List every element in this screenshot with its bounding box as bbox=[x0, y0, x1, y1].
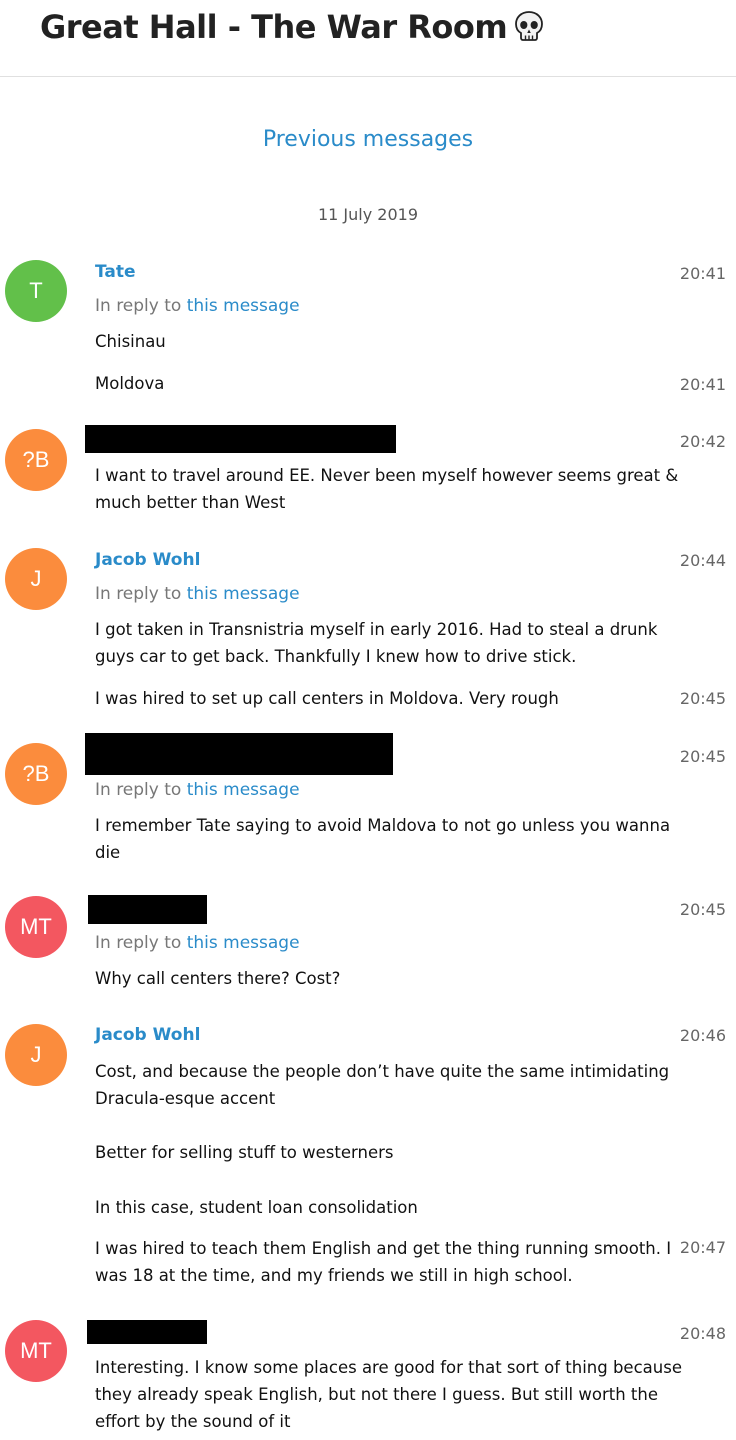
redacted-sender-name bbox=[87, 1320, 207, 1344]
reply-to: In reply to this message bbox=[95, 584, 300, 604]
reply-link[interactable]: this message bbox=[187, 933, 300, 953]
previous-messages-link[interactable]: Previous messages bbox=[0, 127, 736, 152]
message-time: 20:48 bbox=[679, 1324, 726, 1343]
reply-prefix: In reply to bbox=[95, 933, 182, 953]
reply-prefix: In reply to bbox=[95, 780, 182, 800]
redacted-sender-name bbox=[85, 425, 396, 453]
reply-link[interactable]: this message bbox=[187, 584, 300, 604]
message-time: 20:47 bbox=[679, 1238, 726, 1257]
avatar[interactable]: MT bbox=[5, 896, 67, 958]
chat-title-text: Great Hall - The War Room bbox=[40, 8, 508, 46]
message-text: Moldova bbox=[95, 374, 165, 393]
avatar[interactable]: ?B bbox=[5, 743, 67, 805]
message-text: Better for selling stuff to westerners bbox=[95, 1143, 394, 1162]
message-text: In this case, student loan consolidation bbox=[95, 1198, 418, 1217]
sender-name[interactable]: Jacob Wohl bbox=[95, 550, 200, 570]
reply-link[interactable]: this message bbox=[187, 780, 300, 800]
reply-prefix: In reply to bbox=[95, 296, 182, 316]
avatar[interactable]: MT bbox=[5, 1320, 67, 1382]
message-text: Cost, and because the people don’t have … bbox=[95, 1062, 670, 1108]
reply-to: In reply to this message bbox=[95, 780, 300, 800]
sender-name[interactable]: Jacob Wohl bbox=[95, 1025, 200, 1045]
chat-header: Great Hall - The War Room bbox=[0, 0, 736, 77]
avatar[interactable]: J bbox=[5, 1024, 67, 1086]
message-text: Why call centers there? Cost? bbox=[95, 969, 341, 988]
skull-icon bbox=[515, 11, 544, 41]
reply-to: In reply to this message bbox=[95, 296, 300, 316]
message-time: 20:45 bbox=[679, 689, 726, 708]
message-time: 20:45 bbox=[679, 900, 726, 919]
message-text: I was hired to set up call centers in Mo… bbox=[95, 689, 559, 708]
reply-link[interactable]: this message bbox=[187, 296, 300, 316]
message-text: Chisinau bbox=[95, 332, 166, 351]
message-time: 20:44 bbox=[679, 551, 726, 570]
date-separator: 11 July 2019 bbox=[317, 205, 419, 224]
reply-prefix: In reply to bbox=[95, 584, 182, 604]
redacted-sender-name bbox=[88, 895, 207, 924]
message-time: 20:42 bbox=[679, 432, 726, 451]
message-text: Interesting. I know some places are good… bbox=[95, 1358, 682, 1431]
message-text: I remember Tate saying to avoid Maldova … bbox=[95, 816, 671, 862]
reply-to: In reply to this message bbox=[95, 933, 300, 953]
redacted-sender-name bbox=[85, 733, 393, 775]
chat-title: Great Hall - The War Room bbox=[40, 8, 545, 46]
message-time: 20:46 bbox=[679, 1026, 726, 1045]
avatar[interactable]: T bbox=[5, 260, 67, 322]
message-text: I got taken in Transnistria myself in ea… bbox=[95, 620, 658, 666]
message-time: 20:45 bbox=[679, 747, 726, 766]
sender-name[interactable]: Tate bbox=[95, 262, 136, 282]
message-text: I want to travel around EE. Never been m… bbox=[95, 466, 679, 512]
message-text: I was hired to teach them English and ge… bbox=[95, 1239, 672, 1285]
message-time: 20:41 bbox=[679, 375, 726, 394]
avatar[interactable]: ?B bbox=[5, 429, 67, 491]
avatar[interactable]: J bbox=[5, 548, 67, 610]
message-time: 20:41 bbox=[679, 264, 726, 283]
